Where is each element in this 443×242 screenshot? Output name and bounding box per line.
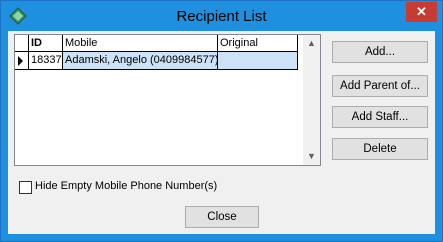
hide-empty-checkbox[interactable] (19, 181, 32, 194)
scroll-up-icon[interactable]: ▲ (303, 35, 320, 52)
add-staff-button[interactable]: Add Staff... (332, 106, 428, 128)
table-row[interactable]: 18337 Adamski, Angelo (0409984577) (15, 52, 298, 70)
close-window-button[interactable]: ✕ (406, 2, 437, 22)
dialog-client-area: ID Mobile Original 18337 Adamski, Angelo… (8, 31, 435, 234)
hide-empty-label[interactable]: Hide Empty Mobile Phone Number(s) (35, 180, 217, 192)
grid-header: ID Mobile Original (15, 35, 298, 52)
column-header-id[interactable]: ID (29, 35, 63, 51)
add-button[interactable]: Add... (332, 41, 428, 63)
cell-id[interactable]: 18337 (29, 52, 63, 69)
recipient-grid[interactable]: ID Mobile Original 18337 Adamski, Angelo… (14, 34, 321, 166)
scroll-down-icon[interactable]: ▼ (303, 148, 320, 165)
cell-mobile[interactable]: Adamski, Angelo (0409984577) (63, 52, 218, 69)
title-bar[interactable]: Recipient List ✕ (1, 1, 442, 31)
window-title: Recipient List (176, 8, 267, 25)
close-button[interactable]: Close (185, 206, 259, 228)
current-row-arrow-icon (18, 56, 23, 66)
column-header-mobile[interactable]: Mobile (63, 35, 218, 51)
delete-button[interactable]: Delete (332, 138, 428, 160)
add-parent-button[interactable]: Add Parent of... (332, 75, 428, 97)
row-selector[interactable] (15, 52, 29, 69)
cell-original[interactable] (218, 52, 298, 69)
row-selector-header (15, 35, 29, 51)
vertical-scrollbar[interactable]: ▲ ▼ (303, 35, 320, 165)
recipient-list-window: Recipient List ✕ ID Mobile Original 1833… (0, 0, 443, 242)
column-header-original[interactable]: Original (218, 35, 298, 51)
